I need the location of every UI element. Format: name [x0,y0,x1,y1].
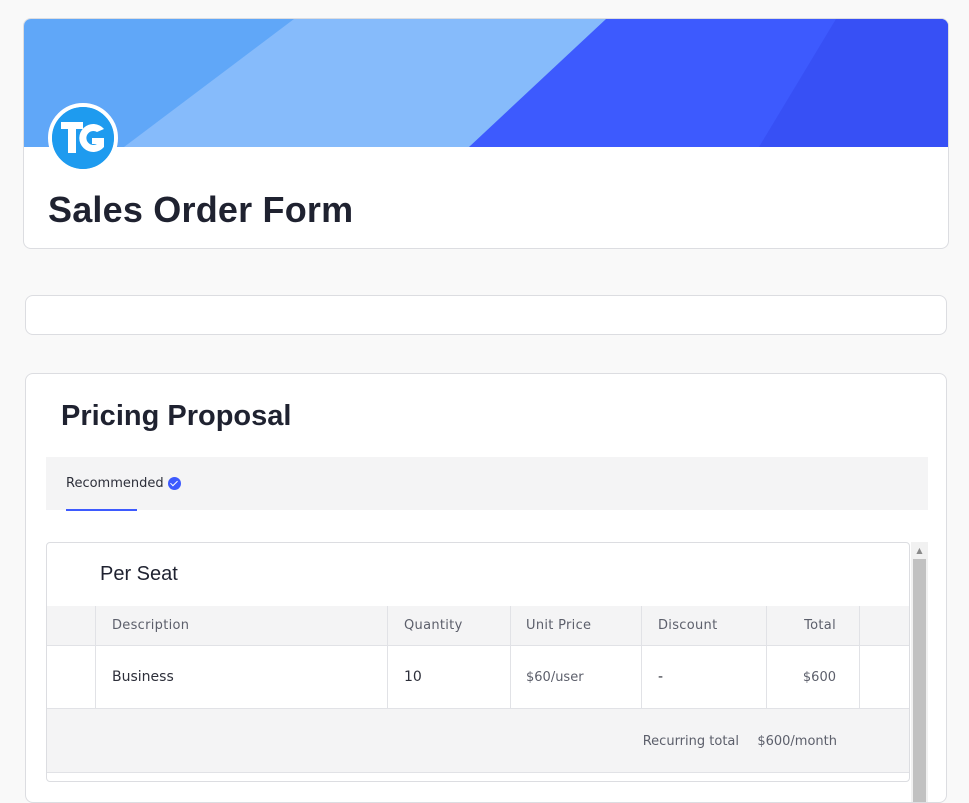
table-row: Business 10 $60/user - $600 [47,646,909,709]
table-header: Description Quantity Unit Price Discount… [47,606,909,646]
active-tab-indicator [66,509,137,511]
column-header-unit-price: Unit Price [526,618,592,633]
row-total: $600 [802,669,836,685]
scrollbar-thumb[interactable] [913,559,926,802]
row-quantity: 10 [404,669,422,685]
column-divider [766,606,767,709]
row-description: Business [112,669,174,685]
column-header-discount: Discount [658,618,718,633]
recurring-total-value: $600/month [757,733,837,749]
table-footer: Recurring total $600/month [47,709,909,773]
empty-section-card [25,295,947,335]
plan-table-box: Per Seat Description Quantity Unit Price… [46,542,910,782]
plan-title: Per Seat [100,563,178,585]
row-unit-price: $60/user [526,669,584,685]
column-divider [510,606,511,709]
page-title: Sales Order Form [48,189,354,230]
tab-recommended[interactable]: Recommended [66,457,181,510]
pricing-tabs: Recommended [46,457,928,511]
section-title: Pricing Proposal [61,400,292,432]
row-discount: - [658,669,664,685]
scroll-up-arrow-icon[interactable]: ▲ [911,542,928,559]
check-badge-icon [167,477,181,490]
column-header-total: Total [804,618,836,633]
tg-logo-icon [48,103,118,173]
recurring-total-label: Recurring total [642,733,739,749]
column-header-quantity: Quantity [404,618,463,633]
vertical-scrollbar[interactable]: ▲ [911,542,928,802]
pricing-proposal-card: Pricing Proposal Recommended Per Seat De… [25,373,947,803]
column-divider [387,606,388,709]
form-header-card: Sales Order Form [23,18,949,249]
tab-label: Recommended [66,476,164,491]
column-divider [641,606,642,709]
column-divider [859,606,860,709]
column-header-description: Description [112,618,190,633]
column-divider [95,606,96,709]
header-banner [24,19,948,147]
